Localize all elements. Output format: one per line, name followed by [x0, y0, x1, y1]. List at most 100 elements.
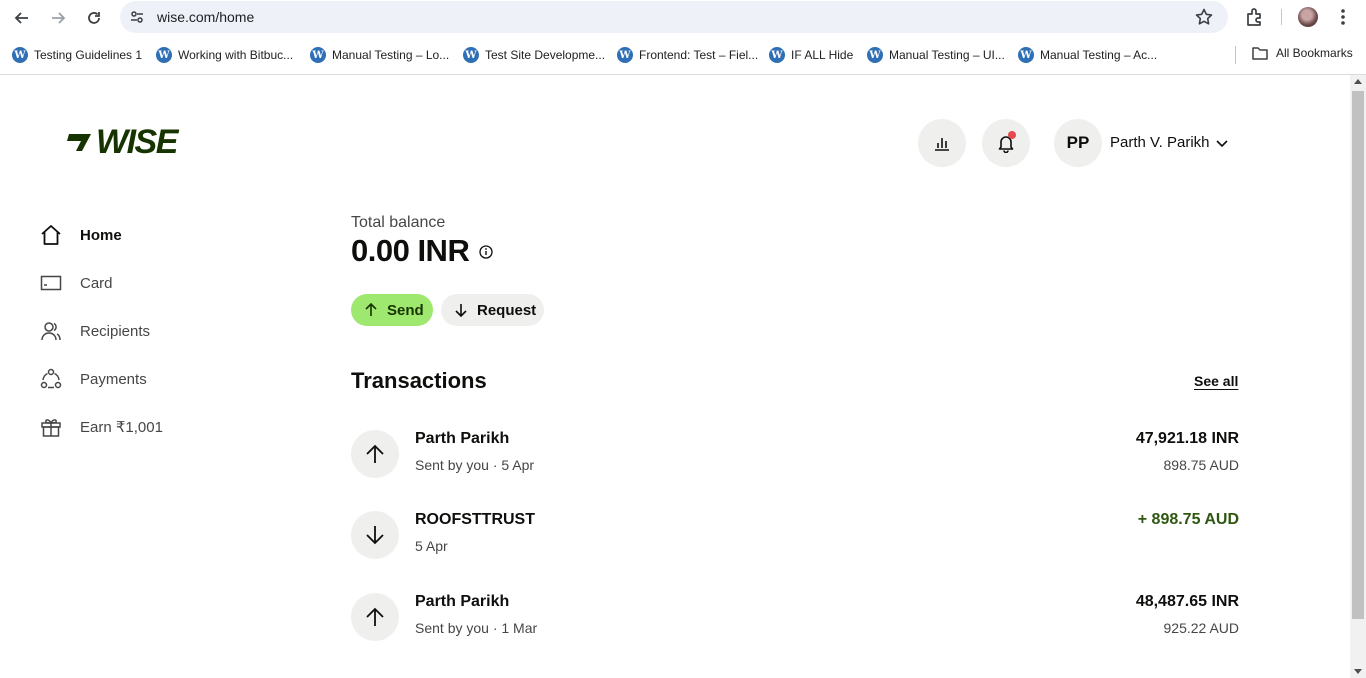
bar-chart-icon: [935, 138, 949, 151]
arrow-up-icon: [365, 302, 377, 316]
scroll-down-arrow[interactable]: [1354, 669, 1362, 674]
toolbar-separator: [1281, 9, 1282, 25]
transaction-row[interactable]: ROOFSTTRUST 5 Apr + 898.75 AUD: [351, 511, 1239, 567]
sidebar-item-earn[interactable]: Earn ₹1,001: [40, 413, 240, 441]
send-button[interactable]: Send: [351, 294, 433, 326]
profile-avatar[interactable]: [1298, 7, 1318, 27]
scroll-up-arrow[interactable]: [1354, 79, 1362, 84]
transaction-icon: [351, 430, 399, 478]
wordpress-icon: W: [769, 47, 785, 63]
transaction-row[interactable]: Parth Parikh Sent by you · 5 Apr 47,921.…: [351, 430, 1239, 486]
transaction-row[interactable]: Parth Parikh Sent by you · 1 Mar 48,487.…: [351, 593, 1239, 649]
bookmark-item[interactable]: W Frontend: Test – Fiel...: [617, 46, 758, 64]
bookmark-item[interactable]: W Manual Testing – UI...: [867, 46, 1005, 64]
bookmark-item[interactable]: W IF ALL Hide: [769, 46, 853, 64]
page-scrollbar[interactable]: [1350, 75, 1366, 678]
wordpress-icon: W: [12, 47, 28, 63]
bookmark-label: Manual Testing – UI...: [889, 48, 1005, 62]
arrow-right-icon: [52, 12, 66, 24]
back-button[interactable]: [10, 6, 34, 30]
arrow-left-icon: [14, 12, 28, 24]
sidebar-item-label: Recipients: [80, 322, 151, 340]
scroll-thumb[interactable]: [1352, 91, 1364, 619]
notifications-button[interactable]: [982, 119, 1030, 167]
bookmark-item[interactable]: W Testing Guidelines 1: [12, 46, 142, 64]
bookmark-label: Working with Bitbuc...: [178, 48, 294, 62]
bookmarks-bar: W Testing Guidelines 1 W Working with Bitb…: [0, 36, 1366, 75]
home-icon: [41, 225, 61, 245]
url-text[interactable]: wise.com/home: [157, 9, 254, 25]
transaction-subtitle: Sent by you · 1 Mar: [415, 620, 538, 636]
bookmark-star-icon[interactable]: [1194, 7, 1214, 27]
arrow-up-icon: [366, 444, 384, 463]
transaction-icon: [351, 511, 399, 559]
more-menu-icon[interactable]: [1336, 6, 1350, 28]
request-label: Request: [477, 301, 537, 319]
bookmark-label: Testing Guidelines 1: [34, 48, 143, 62]
sidebar-item-payments[interactable]: Payments: [40, 365, 240, 393]
wordpress-icon: W: [1018, 47, 1034, 63]
insights-button[interactable]: [918, 119, 966, 167]
arrow-down-icon: [455, 304, 467, 318]
notification-dot: [1008, 131, 1016, 139]
send-label: Send: [387, 301, 424, 319]
wise-logo[interactable]: WISE: [66, 123, 178, 161]
forward-button[interactable]: [46, 6, 70, 30]
sidebar-item-label: Home: [80, 226, 122, 244]
bookmarks-separator: [1235, 46, 1236, 64]
wise-flag-icon: [67, 134, 91, 151]
reload-icon: [88, 12, 100, 24]
chevron-down-icon[interactable]: [1214, 135, 1230, 151]
transactions-title: Transactions: [351, 368, 487, 393]
all-bookmarks-label: All Bookmarks: [1276, 46, 1353, 60]
transaction-subtitle: Sent by you · 5 Apr: [415, 457, 535, 473]
wordpress-icon: W: [617, 47, 633, 63]
bookmark-label: Manual Testing – Ac...: [1040, 48, 1158, 62]
bookmark-label: Test Site Developme...: [485, 48, 606, 62]
wise-home-page: WISE PP Parth V. Parikh Home Card Recipi…: [0, 75, 1350, 678]
wordpress-icon: W: [156, 47, 172, 63]
bookmark-label: Frontend: Test – Fiel...: [639, 48, 759, 62]
avatar-initials: PP: [1066, 133, 1090, 152]
all-bookmarks-button[interactable]: All Bookmarks: [1252, 46, 1353, 60]
extensions-icon[interactable]: [1244, 6, 1266, 28]
card-icon: [40, 275, 62, 291]
sidebar-item-label: Earn ₹1,001: [80, 419, 163, 436]
sidebar-item-label: Card: [80, 274, 113, 292]
wise-logo-text: WISE: [96, 122, 178, 161]
balance-label: Total balance: [351, 214, 446, 231]
sidebar-item-home[interactable]: Home: [40, 221, 240, 249]
wordpress-icon: W: [310, 47, 326, 63]
bookmark-item[interactable]: W Test Site Developme...: [463, 46, 605, 64]
bookmark-item[interactable]: W Working with Bitbuc...: [156, 46, 293, 64]
bookmark-item[interactable]: W Manual Testing – Lo...: [310, 46, 449, 64]
transaction-subtitle: 5 Apr: [415, 538, 448, 554]
arrow-up-icon: [366, 607, 384, 626]
transaction-icon: [351, 593, 399, 641]
transaction-amount-secondary: 898.75 AUD: [1163, 457, 1240, 473]
sidebar-item-recipients[interactable]: Recipients: [40, 317, 240, 345]
bookmark-label: Manual Testing – Lo...: [332, 48, 450, 62]
reload-button[interactable]: [82, 6, 106, 30]
bookmark-label: IF ALL Hide: [791, 48, 854, 62]
transaction-name: Parth Parikh: [415, 430, 510, 447]
sidebar-item-label: Payments: [80, 370, 147, 388]
address-bar[interactable]: wise.com/home: [120, 1, 1228, 33]
browser-toolbar: wise.com/home: [0, 0, 1366, 36]
request-button[interactable]: Request: [441, 294, 544, 326]
transaction-name: Parth Parikh: [415, 593, 510, 610]
balance-amount: 0.00 INR: [351, 233, 470, 268]
info-icon[interactable]: [479, 245, 493, 259]
transaction-amount: + 898.75 AUD: [1137, 511, 1239, 528]
user-name[interactable]: Parth V. Parikh: [1110, 134, 1210, 151]
sidebar-item-card[interactable]: Card: [40, 269, 240, 297]
see-all-link[interactable]: See all: [1194, 373, 1238, 389]
site-settings-icon[interactable]: [128, 8, 146, 26]
folder-icon: [1252, 47, 1268, 60]
arrow-down-icon: [366, 526, 384, 545]
wordpress-icon: W: [463, 47, 479, 63]
transaction-name: ROOFSTTRUST: [415, 511, 535, 528]
transaction-amount-secondary: 925.22 AUD: [1163, 620, 1240, 636]
bookmark-item[interactable]: W Manual Testing – Ac...: [1018, 46, 1157, 64]
avatar[interactable]: PP: [1054, 119, 1102, 167]
